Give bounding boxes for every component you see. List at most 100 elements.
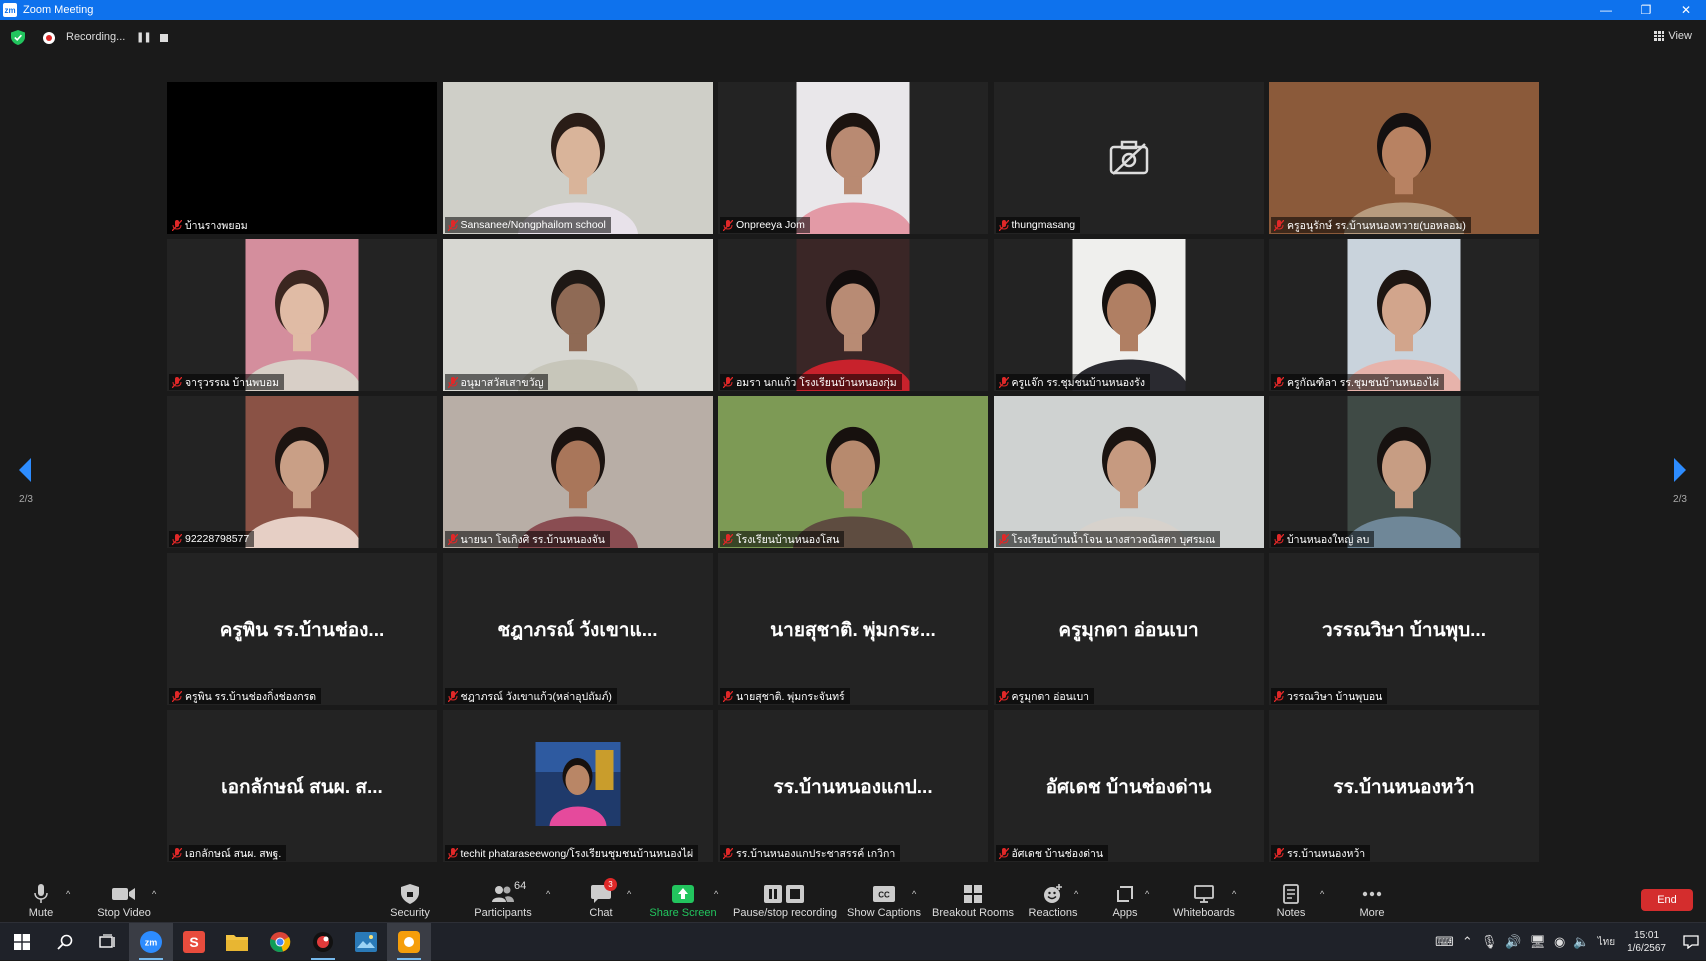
breakout-rooms-label: Breakout Rooms: [932, 907, 1014, 919]
show-captions-button[interactable]: CC Show Captions: [847, 870, 921, 922]
photos-app-icon[interactable]: [344, 923, 388, 961]
participants-icon: 64: [492, 880, 526, 906]
participant-tile[interactable]: รร.บ้านหนองแกป... รร.บ้านหนองแกประชาสรรค์…: [718, 710, 988, 862]
muted-mic-icon: [172, 219, 182, 231]
muted-mic-icon: [172, 690, 182, 702]
end-meeting-button[interactable]: End: [1641, 889, 1693, 911]
participants-caret-icon[interactable]: ^: [546, 889, 550, 899]
participant-tile[interactable]: Sansanee/Nongphailom school: [442, 82, 713, 234]
svg-text:S: S: [189, 934, 198, 950]
participant-tile[interactable]: เอกลักษณ์ สนผ. ส... เอกลักษณ์ สนผ. สพฐ.: [167, 710, 437, 862]
participants-button[interactable]: 64 Participants: [472, 870, 534, 922]
participant-tile[interactable]: ชฎาภรณ์ วังเขาแ... ชฎาภรณ์ วังเขาแก้ว(หล่…: [442, 553, 713, 705]
whiteboards-caret-icon[interactable]: ^: [1232, 889, 1236, 899]
participant-tile[interactable]: โรงเรียนบ้านหนองโสน: [718, 396, 988, 548]
tray-microphone-icon[interactable]: 🎙: [1481, 934, 1498, 950]
notification-center-icon[interactable]: [1676, 923, 1706, 961]
participant-tile[interactable]: อัศเดช บ้านช่องด่าน อัศเดช บ้านช่องด่าน: [993, 710, 1264, 862]
participant-tile[interactable]: ครูมุกดา อ่อนเบา ครูมุกดา อ่อนเบา: [993, 553, 1264, 705]
svg-text:zm: zm: [145, 938, 158, 948]
participant-name: ครูกัณฑิลา รร.ชุมชนบ้านหนองไผ่: [1287, 376, 1439, 389]
participant-tile[interactable]: วรรณวิษา บ้านพุบ... วรรณวิษา บ้านพุบอน: [1269, 553, 1539, 705]
participant-tile[interactable]: นายนา โจเกิงศิ รร.บ้านหนองจัน: [442, 396, 713, 548]
close-button[interactable]: ✕: [1666, 0, 1706, 20]
system-clock[interactable]: 15:01 1/6/2567: [1627, 929, 1666, 955]
participants-count: 64: [514, 880, 527, 892]
participant-tile[interactable]: ครูกัณฑิลา รร.ชุมชนบ้านหนองไผ่: [1269, 239, 1539, 391]
participant-name: ครูแจ๊ก รร.ชุมชนบ้านหนองรัง: [1011, 376, 1145, 389]
participant-tile[interactable]: โรงเรียนบ้านน้ำโจน นางสาวจณิสตา บุศรมณ: [993, 396, 1264, 548]
tray-speaker-icon[interactable]: 🔊: [1505, 934, 1521, 950]
participant-tile[interactable]: techit phataraseewong/โรงเรียนชุมชนบ้านห…: [442, 710, 713, 862]
taskbar-red-app-icon[interactable]: [301, 923, 345, 961]
taskbar-orange-app-icon[interactable]: [387, 923, 431, 961]
reactions-button[interactable]: Reactions: [1029, 870, 1077, 922]
pause-recording-icon[interactable]: ❚❚: [136, 32, 152, 43]
participant-tile[interactable]: thungmasang: [993, 82, 1264, 234]
notes-label: Notes: [1276, 907, 1306, 919]
participant-tile[interactable]: อมรา นกแก้ว โรงเรียนบ้านหนองกุ่ม: [718, 239, 988, 391]
participant-name-label: โรงเรียนบ้านน้ำโจน นางสาวจณิสตา บุศรมณ: [995, 531, 1221, 547]
network-icon[interactable]: 🖥: [1530, 934, 1547, 950]
taskbar-search-icon[interactable]: [43, 923, 87, 961]
volume-icon[interactable]: 🔈: [1573, 934, 1589, 950]
apps-caret-icon[interactable]: ^: [1145, 889, 1149, 899]
muted-mic-icon: [447, 219, 458, 231]
participant-tile[interactable]: อนุมาสวัสเสาขวัญ: [442, 239, 713, 391]
chat-caret-icon[interactable]: ^: [627, 889, 631, 899]
task-view-icon[interactable]: [86, 923, 130, 961]
participant-tile[interactable]: บ้านหนองใหญ่ ลบ: [1269, 396, 1539, 548]
participant-tile[interactable]: Onpreeya Jom: [718, 82, 988, 234]
tray-expand-icon[interactable]: ⌃: [1462, 934, 1473, 950]
whiteboards-button[interactable]: Whiteboards: [1170, 870, 1238, 922]
notes-caret-icon[interactable]: ^: [1320, 889, 1324, 899]
audio-options-caret-icon[interactable]: ^: [66, 889, 70, 899]
stop-video-button[interactable]: Stop Video: [94, 870, 154, 922]
video-options-caret-icon[interactable]: ^: [152, 889, 156, 899]
previous-page-arrow-icon[interactable]: [17, 456, 33, 484]
participant-tile[interactable]: ครูแจ๊ก รร.ชุมชนบ้านหนองรัง: [993, 239, 1264, 391]
participant-tile[interactable]: จารุวรรณ บ้านพบอม: [167, 239, 437, 391]
pause-stop-recording-button[interactable]: Pause/stop recording: [733, 870, 837, 922]
muted-mic-icon: [1274, 219, 1284, 231]
taskbar-zoom-icon[interactable]: zm: [129, 923, 173, 961]
share-caret-icon[interactable]: ^: [714, 889, 718, 899]
taskbar-slides-icon[interactable]: S: [172, 923, 216, 961]
notes-button[interactable]: Notes: [1273, 870, 1309, 922]
participant-tile[interactable]: นายสุชาติ. พุ่มกระ... นายสุชาติ. พุ่มกระจ…: [718, 553, 988, 705]
minimize-button[interactable]: —: [1586, 0, 1626, 20]
window-title: Zoom Meeting: [23, 4, 94, 16]
share-screen-button[interactable]: Share Screen: [649, 870, 717, 922]
input-language[interactable]: ไทย: [1598, 935, 1615, 950]
participant-tile[interactable]: ครูพิน รร.บ้านช่อง... ครูพิน รร.บ้านช่องก…: [167, 553, 437, 705]
keyboard-icon[interactable]: ⌨: [1435, 934, 1454, 950]
more-button[interactable]: More: [1355, 870, 1389, 922]
breakout-rooms-button[interactable]: Breakout Rooms: [932, 870, 1014, 922]
participant-name: ชฎาภรณ์ วังเขาแก้ว(หล่าอุปถัมภ์): [460, 690, 612, 703]
mute-button[interactable]: Mute: [22, 870, 60, 922]
participant-video: [793, 239, 913, 391]
participant-tile[interactable]: 92228798577: [167, 396, 437, 548]
participant-tile[interactable]: ครูอนุรักษ์ รร.บ้านหนองหวาย(บอหลอม): [1269, 82, 1539, 234]
next-page-arrow-icon[interactable]: [1672, 456, 1688, 484]
windows-start-icon[interactable]: [0, 923, 44, 961]
participant-name-label: techit phataraseewong/โรงเรียนชุมชนบ้านห…: [444, 845, 699, 861]
apps-button[interactable]: Apps: [1110, 870, 1140, 922]
restore-button[interactable]: ❐: [1626, 0, 1666, 20]
chrome-browser-icon[interactable]: [258, 923, 302, 961]
reactions-caret-icon[interactable]: ^: [1074, 889, 1078, 899]
file-explorer-icon[interactable]: [215, 923, 259, 961]
captions-caret-icon[interactable]: ^: [912, 889, 916, 899]
security-button[interactable]: Security: [385, 870, 435, 922]
participant-name-label: Sansanee/Nongphailom school: [444, 217, 611, 233]
tray-zoom-icon[interactable]: ◉: [1554, 934, 1565, 950]
participant-tile[interactable]: บ้านรางพยอม: [167, 82, 437, 234]
chat-button[interactable]: 3 Chat: [586, 870, 617, 922]
microphone-icon: [34, 882, 48, 906]
muted-mic-icon: [447, 533, 458, 545]
view-button[interactable]: View: [1654, 30, 1692, 42]
participant-tile[interactable]: รร.บ้านหนองหว้า รร.บ้านหนองหว้า: [1269, 710, 1539, 862]
encryption-shield-icon[interactable]: [11, 30, 25, 45]
stop-recording-icon[interactable]: [160, 34, 168, 42]
participant-video: [1068, 239, 1189, 391]
